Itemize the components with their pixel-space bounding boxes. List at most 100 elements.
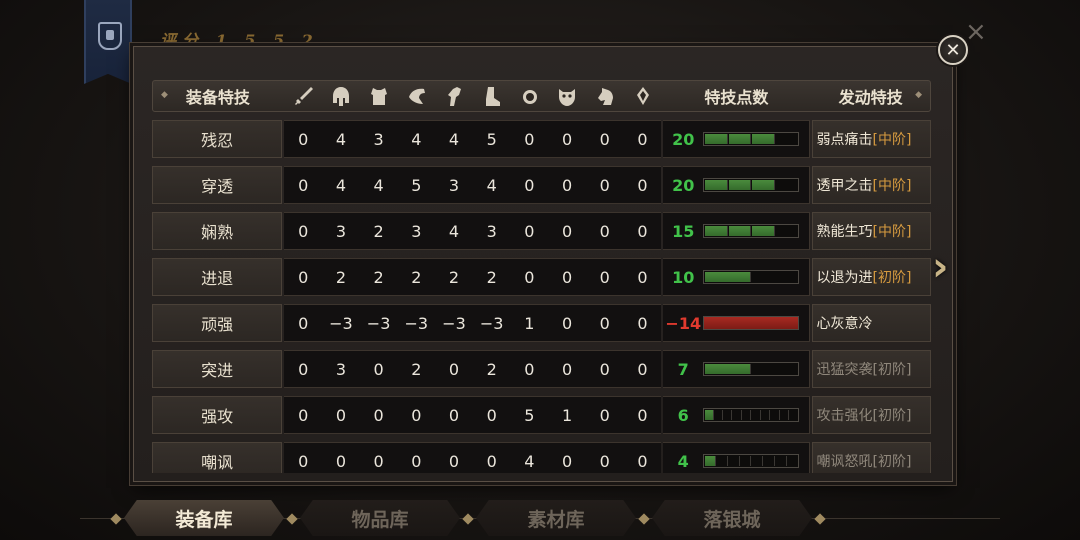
active-skill[interactable]: 嘲讽怒吼 [初阶] bbox=[811, 442, 931, 473]
table-header: ◆ 装备特技 特技点数 发动特技 ◆ bbox=[152, 80, 931, 112]
equipment-value: 2 bbox=[486, 267, 497, 287]
header-icon-cell bbox=[511, 80, 549, 112]
equipment-value: 5 bbox=[486, 129, 497, 149]
equipment-value: 0 bbox=[298, 405, 309, 425]
active-skill[interactable]: 弱点痛击 [中阶] bbox=[811, 120, 931, 158]
skill-name: 突进 bbox=[152, 350, 283, 388]
tab-label: 装备库 bbox=[175, 508, 233, 531]
bar-segment bbox=[788, 456, 798, 466]
equipment-values: 0 3 2 3 4 3 0 0 0 0 bbox=[284, 212, 662, 250]
equipment-value: 0 bbox=[561, 267, 573, 287]
header-icon-cell bbox=[624, 80, 662, 112]
bar-segment bbox=[705, 410, 714, 420]
equipment-value: 0 bbox=[599, 267, 610, 287]
guild-banner[interactable] bbox=[84, 0, 132, 84]
sword-icon bbox=[294, 87, 313, 105]
equipment-value: 0 bbox=[599, 405, 610, 425]
header-left-ornament-icon: ◆ bbox=[161, 90, 168, 100]
tab-items[interactable]: 物品库 bbox=[300, 500, 460, 536]
skill-points-cell: 6 bbox=[663, 396, 810, 434]
boots-icon bbox=[486, 87, 500, 106]
next-page-button[interactable]: › bbox=[932, 246, 958, 288]
skill-progress-bar bbox=[703, 270, 800, 284]
shoulder-icon bbox=[408, 88, 425, 104]
active-skill[interactable]: 攻击强化 [初阶] bbox=[811, 396, 931, 434]
bar-segment bbox=[790, 410, 797, 420]
equipment-value: 4 bbox=[486, 175, 497, 195]
active-skill[interactable]: 透甲之击 [中阶] bbox=[811, 166, 931, 204]
equipment-value: 0 bbox=[298, 267, 309, 287]
active-skill-name: 以退为进 bbox=[816, 270, 873, 286]
equipment-value: 0 bbox=[524, 175, 535, 195]
equipment-value: 0 bbox=[335, 405, 346, 425]
equipment-value: 0 bbox=[335, 451, 346, 471]
table-row[interactable]: 进退 0 2 2 2 2 2 0 0 0 0 10 以退为进 [初阶] bbox=[152, 258, 931, 296]
table-row[interactable]: 残忍 0 4 3 4 4 5 0 0 0 0 20 弱点痛击 [中阶] bbox=[152, 120, 931, 158]
skill-table: ◆ 装备特技 特技点数 发动特技 ◆ 残忍 0 4 3 4 4 5 0 0 0 0 20 弱点痛击 [中阶… bbox=[152, 75, 934, 473]
table-row[interactable]: 顽强 0 −3 −3 −3 −3 −3 1 0 0 0 −14 心灰意冷 bbox=[152, 304, 931, 342]
skill-name: 娴熟 bbox=[152, 212, 283, 250]
equipment-value: 0 bbox=[637, 313, 648, 333]
header-active-skill: 发动特技 bbox=[838, 88, 903, 107]
header-right-ornament-icon: ◆ bbox=[915, 90, 922, 100]
header-icon-cell bbox=[473, 80, 511, 112]
tab-materials[interactable]: 素材库 bbox=[476, 500, 636, 536]
bar-segment bbox=[776, 180, 798, 190]
equipment-value: 0 bbox=[411, 451, 422, 471]
skill-points-value: 6 bbox=[677, 405, 689, 425]
table-row[interactable]: 穿透 0 4 4 5 3 4 0 0 0 0 20 透甲之击 [中阶] bbox=[152, 166, 931, 204]
bar-segment bbox=[752, 226, 775, 236]
equipment-value: 0 bbox=[599, 313, 610, 333]
bar-segment bbox=[705, 456, 716, 466]
bar-segment bbox=[776, 226, 798, 236]
skill-points-value: 15 bbox=[672, 221, 695, 241]
table-row[interactable]: 嘲讽 0 0 0 0 0 0 4 0 0 0 4 嘲讽怒吼 [初阶] bbox=[152, 442, 931, 473]
active-skill[interactable]: 以退为进 [初阶] bbox=[811, 258, 931, 296]
bar-segment bbox=[771, 410, 780, 420]
active-skill-name: 迅猛突袭 bbox=[816, 362, 873, 378]
equipment-value: 0 bbox=[373, 405, 384, 425]
equipment-value: 0 bbox=[637, 451, 648, 471]
equipment-value: 0 bbox=[373, 451, 384, 471]
bar-segment bbox=[752, 180, 775, 190]
equipment-value: 0 bbox=[561, 313, 573, 333]
table-row[interactable]: 强攻 0 0 0 0 0 0 5 1 0 0 6 攻击强化 [初阶] bbox=[152, 396, 931, 434]
header-icon-cell bbox=[435, 80, 473, 112]
tab-equipment[interactable]: 装备库 bbox=[124, 500, 284, 536]
active-skill[interactable]: 迅猛突袭 [初阶] bbox=[811, 350, 931, 388]
active-skill-tier: [中阶] bbox=[872, 224, 912, 240]
equipment-value: −3 bbox=[366, 313, 391, 333]
active-skill[interactable]: 心灰意冷 bbox=[811, 304, 931, 342]
equipment-value: 0 bbox=[561, 451, 573, 471]
equipment-value: 0 bbox=[637, 175, 648, 195]
equipment-value: 3 bbox=[335, 221, 346, 241]
skill-progress-bar bbox=[703, 362, 800, 376]
equipment-value: 0 bbox=[298, 221, 309, 241]
close-button[interactable]: ✕ bbox=[938, 35, 968, 65]
skill-progress-bar bbox=[703, 224, 800, 238]
bar-segment bbox=[729, 456, 740, 466]
equipment-value: 0 bbox=[298, 313, 309, 333]
ring-icon bbox=[522, 90, 537, 104]
equipment-value: 5 bbox=[524, 405, 535, 425]
equipment-value: 3 bbox=[373, 129, 384, 149]
skill-points-value: −14 bbox=[665, 313, 702, 333]
equipment-value: 4 bbox=[448, 129, 460, 149]
equipment-value: 2 bbox=[411, 267, 422, 287]
bottom-tab-bar: 装备库 物品库 素材库 落银城 bbox=[80, 498, 1000, 540]
header-icon-cell bbox=[285, 80, 323, 112]
active-skill[interactable]: 熟能生巧 [中阶] bbox=[811, 212, 931, 250]
skill-progress-bar bbox=[703, 178, 800, 192]
table-row[interactable]: 突进 0 3 0 2 0 2 0 0 0 0 7 迅猛突袭 [初阶] bbox=[152, 350, 931, 388]
equipment-value: 4 bbox=[524, 451, 535, 471]
header-icon-cell bbox=[360, 80, 398, 112]
equipment-value: 2 bbox=[373, 267, 384, 287]
bar-segment bbox=[752, 456, 763, 466]
bar-segment bbox=[733, 410, 742, 420]
bar-segment bbox=[715, 410, 724, 420]
table-row[interactable]: 娴熟 0 3 2 3 4 3 0 0 0 0 15 熟能生巧 [中阶] bbox=[152, 212, 931, 250]
equipment-value: 1 bbox=[524, 313, 535, 333]
skill-points-value: 4 bbox=[677, 451, 689, 471]
tab-city[interactable]: 落银城 bbox=[652, 500, 812, 536]
chest-armor-icon bbox=[370, 88, 387, 105]
